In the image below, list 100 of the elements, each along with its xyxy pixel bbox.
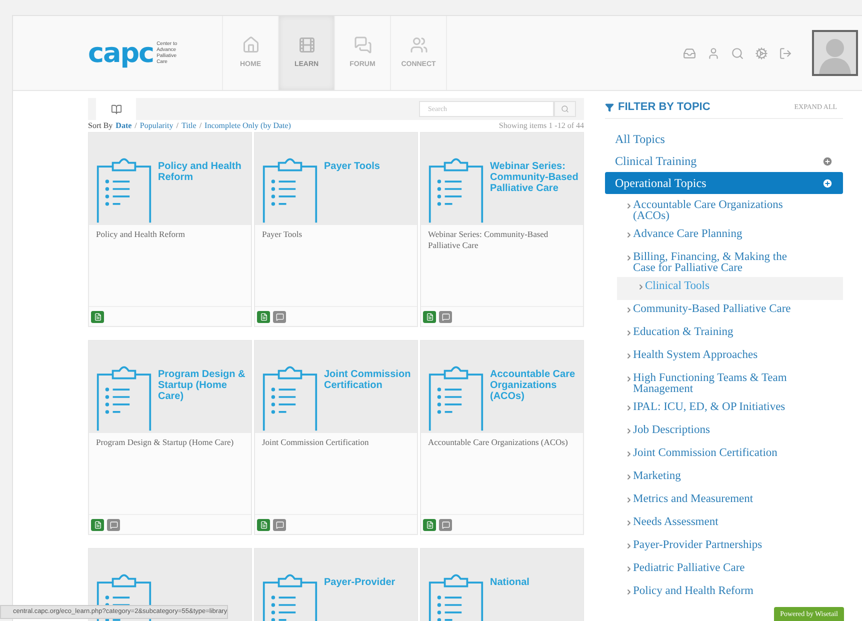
subtopic-item[interactable]: Joint Commission Certification [605,444,843,467]
subtopic-item[interactable]: Accountable Care Organizations (ACOs) [605,196,843,225]
resource-card[interactable]: Joint Commission Certification Joint Commission Certification [254,340,418,535]
document-icon [91,518,104,530]
chevron-icon [625,450,633,458]
subtopic-item[interactable]: Billing, Financing, & Making the Case for Palliative Care [605,248,843,277]
subtopic-label: Advance Care Planning [633,228,742,240]
chat-icon [439,310,452,322]
item-count: Showing items 1 -12 of 44 [498,120,584,132]
document-icon [257,310,270,322]
chevron-icon [625,306,633,314]
card-heading: Webinar Series: Community-Based Palliative Care [490,160,580,196]
settings-icon[interactable] [755,46,768,60]
chevron-icon [625,352,633,360]
inbox-icon[interactable] [683,46,696,60]
resource-card[interactable]: Webinar Series: Community-Based Palliative Care Webinar Series: Community-Based Palliative Care [420,132,584,327]
user-icon[interactable] [707,46,720,60]
sort-link[interactable]: Date [116,120,132,132]
chevron-icon [637,283,645,291]
subtopic-label: Payer-Provider Partnerships [633,539,762,551]
chevron-icon [625,496,633,504]
card-caption: Program Design & Startup (Home Care) [96,437,235,448]
chevron-icon [625,404,633,412]
resource-card[interactable]: National [420,548,584,621]
topic-item[interactable]: All Topics [605,128,843,150]
card-heading: Program Design & Startup (Home Care) [158,368,246,404]
sort-link[interactable]: Title [181,120,196,132]
subtopic-item[interactable]: Needs Assessment [605,513,843,536]
filter-title: FILTER BY TOPIC [618,100,710,116]
card-caption: Policy and Health Reform [96,229,186,240]
subtopic-item[interactable]: Health System Approaches [605,346,843,369]
subtopic-label: Job Descriptions [633,424,710,436]
resource-card[interactable]: Policy and Health Reform Policy and Health Reform [88,132,252,327]
search-icon[interactable] [731,46,744,60]
card-heading: Joint Commission Certification [324,368,412,393]
document-icon [257,518,270,530]
chevron-icon [625,329,633,337]
subtopic-item[interactable]: Metrics and Measurement [605,490,843,513]
subtopic-label: Health System Approaches [633,349,758,361]
subtopic-label: Clinical Tools [645,280,710,292]
subtopic-label: Pediatric Palliative Care [633,562,745,574]
resource-card[interactable]: Payer Tools Payer Tools [254,132,418,327]
subtopic-item[interactable]: Job Descriptions [605,421,843,444]
separator: / [134,120,137,132]
subtopic-label: Needs Assessment [633,516,718,528]
sign-out-icon[interactable] [779,46,792,60]
card-caption: Accountable Care Organizations (ACOs) [428,437,569,448]
card-caption: Webinar Series: Community-Based Palliative Care [428,229,550,251]
search-button[interactable] [554,101,576,117]
chevron-icon [625,202,633,210]
subtopic-item[interactable]: Advance Care Planning [605,225,843,248]
separator: / [176,120,178,132]
card-heading: Policy and Health Reform [158,160,242,185]
card-heading: Payer Tools [324,160,380,174]
book-icon [110,104,122,114]
sort-link[interactable]: Incomplete Only (by Date) [204,120,291,132]
subtopic-label: Policy and Health Reform [633,585,754,597]
subtopic-item[interactable]: High Functioning Teams & Team Management [605,369,843,398]
subtopic-item[interactable]: IPAL: ICU, ED, & OP Initiatives [605,398,843,421]
resource-card[interactable]: Program Design & Startup (Home Care) Program Design & Startup (Home Care) [88,340,252,535]
card-caption: Joint Commission Certification [262,437,370,448]
chat-icon [107,518,120,530]
filter-icon [605,103,614,112]
card-heading: Payer-Provider [324,576,396,590]
topic-item[interactable]: Operational Topics [605,172,843,194]
subtopic-label: Marketing [633,470,681,482]
subtopic-item[interactable]: Pediatric Palliative Care [605,559,843,582]
logo-wordmark[interactable]: capc [88,40,154,66]
subtopic-item[interactable]: Policy and Health Reform [605,582,843,605]
subtopic-label: IPAL: ICU, ED, & OP Initiatives [633,401,786,413]
resource-card[interactable]: Payer-Provider [254,548,418,621]
people-icon [410,36,428,54]
subtopic-item[interactable]: Marketing [605,467,843,490]
resource-card[interactable]: Accountable Care Organizations (ACOs) Accountable Care Organizations (ACOs) [420,340,584,535]
avatar[interactable] [812,30,858,76]
chevron-icon [625,427,633,435]
chat-icon [273,518,286,530]
expand-icon[interactable] [822,178,833,188]
chevron-icon [625,519,633,527]
subtopic-item[interactable]: Education & Training [605,323,843,346]
chevron-icon [625,231,633,239]
topic-item[interactable]: Clinical Training [605,150,843,172]
document-icon [423,310,436,322]
chevron-icon [625,565,633,573]
chat-icon [273,310,286,322]
chat-icon [439,518,452,530]
card-heading: National [490,576,530,590]
chat-icon [354,36,372,54]
sort-label: Sort By [88,120,113,132]
film-icon [298,36,316,54]
subtopic-item[interactable]: Community-Based Palliative Care [605,300,843,323]
sort-link[interactable]: Popularity [140,120,174,132]
home-icon [242,36,260,54]
card-heading: Accountable Care Organizations (ACOs) [490,368,576,404]
subtopic-label: Billing, Financing, & Making the Case for Palliative Care [633,251,788,274]
subtopic-item[interactable]: Payer-Provider Partnerships [605,536,843,559]
subtopic-label: High Functioning Teams & Team Management [633,372,788,395]
subtopic-item[interactable]: Clinical Tools [617,277,843,300]
subtopic-label: Education & Training [633,326,734,338]
document-icon [91,310,104,322]
